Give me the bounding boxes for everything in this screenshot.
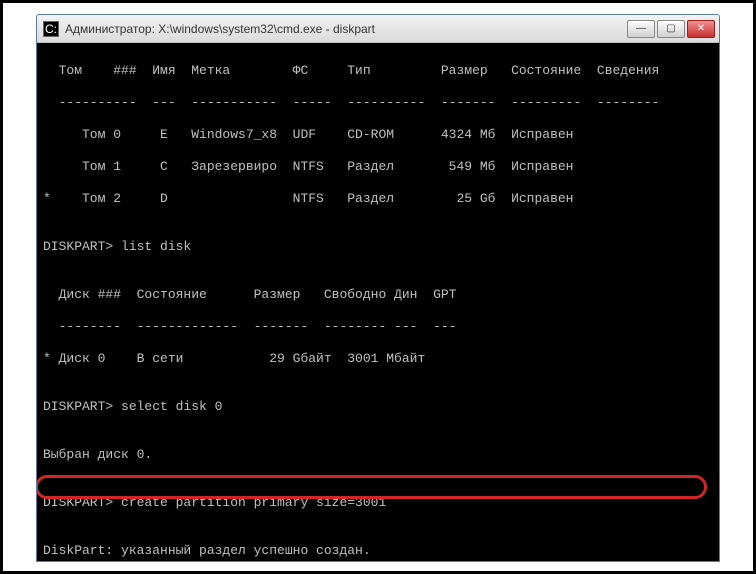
vol-row-0: Том 0 E Windows7_x8 UDF CD-ROM 4324 Мб И…	[43, 127, 713, 143]
minimize-button[interactable]: —	[627, 20, 655, 38]
maximize-button[interactable]: ▢	[657, 20, 685, 38]
prompt-list-disk: DISKPART> list disk	[43, 239, 713, 255]
titlebar[interactable]: C: Администратор: X:\windows\system32\cm…	[37, 15, 719, 43]
terminal-output[interactable]: Том ### Имя Метка ФС Тип Размер Состояни…	[37, 43, 719, 561]
vol-row-1: Том 1 C Зарезервиро NTFS Раздел 549 Мб И…	[43, 159, 713, 175]
window-controls: — ▢ ✕	[627, 20, 715, 38]
disk-separator: -------- ------------- ------- -------- …	[43, 319, 713, 335]
vol-row-2: * Том 2 D NTFS Раздел 25 Gб Исправен	[43, 191, 713, 207]
vol-header: Том ### Имя Метка ФС Тип Размер Состояни…	[43, 63, 713, 79]
msg-partition-created: DiskPart: указанный раздел успешно созда…	[43, 543, 713, 559]
vol-separator: ---------- --- ----------- ----- -------…	[43, 95, 713, 111]
msg-disk-selected: Выбран диск 0.	[43, 447, 713, 463]
disk-header: Диск ### Состояние Размер Свободно Дин G…	[43, 287, 713, 303]
close-button[interactable]: ✕	[687, 20, 715, 38]
prompt-select-disk: DISKPART> select disk 0	[43, 399, 713, 415]
window-title: Администратор: X:\windows\system32\cmd.e…	[65, 22, 627, 36]
prompt-create-partition: DISKPART> create partition primary size=…	[43, 495, 713, 511]
cmd-window: C: Администратор: X:\windows\system32\cm…	[36, 14, 720, 562]
cmd-icon: C:	[43, 21, 59, 37]
disk-row-0: * Диск 0 В сети 29 Gбайт 3001 Мбайт	[43, 351, 713, 367]
